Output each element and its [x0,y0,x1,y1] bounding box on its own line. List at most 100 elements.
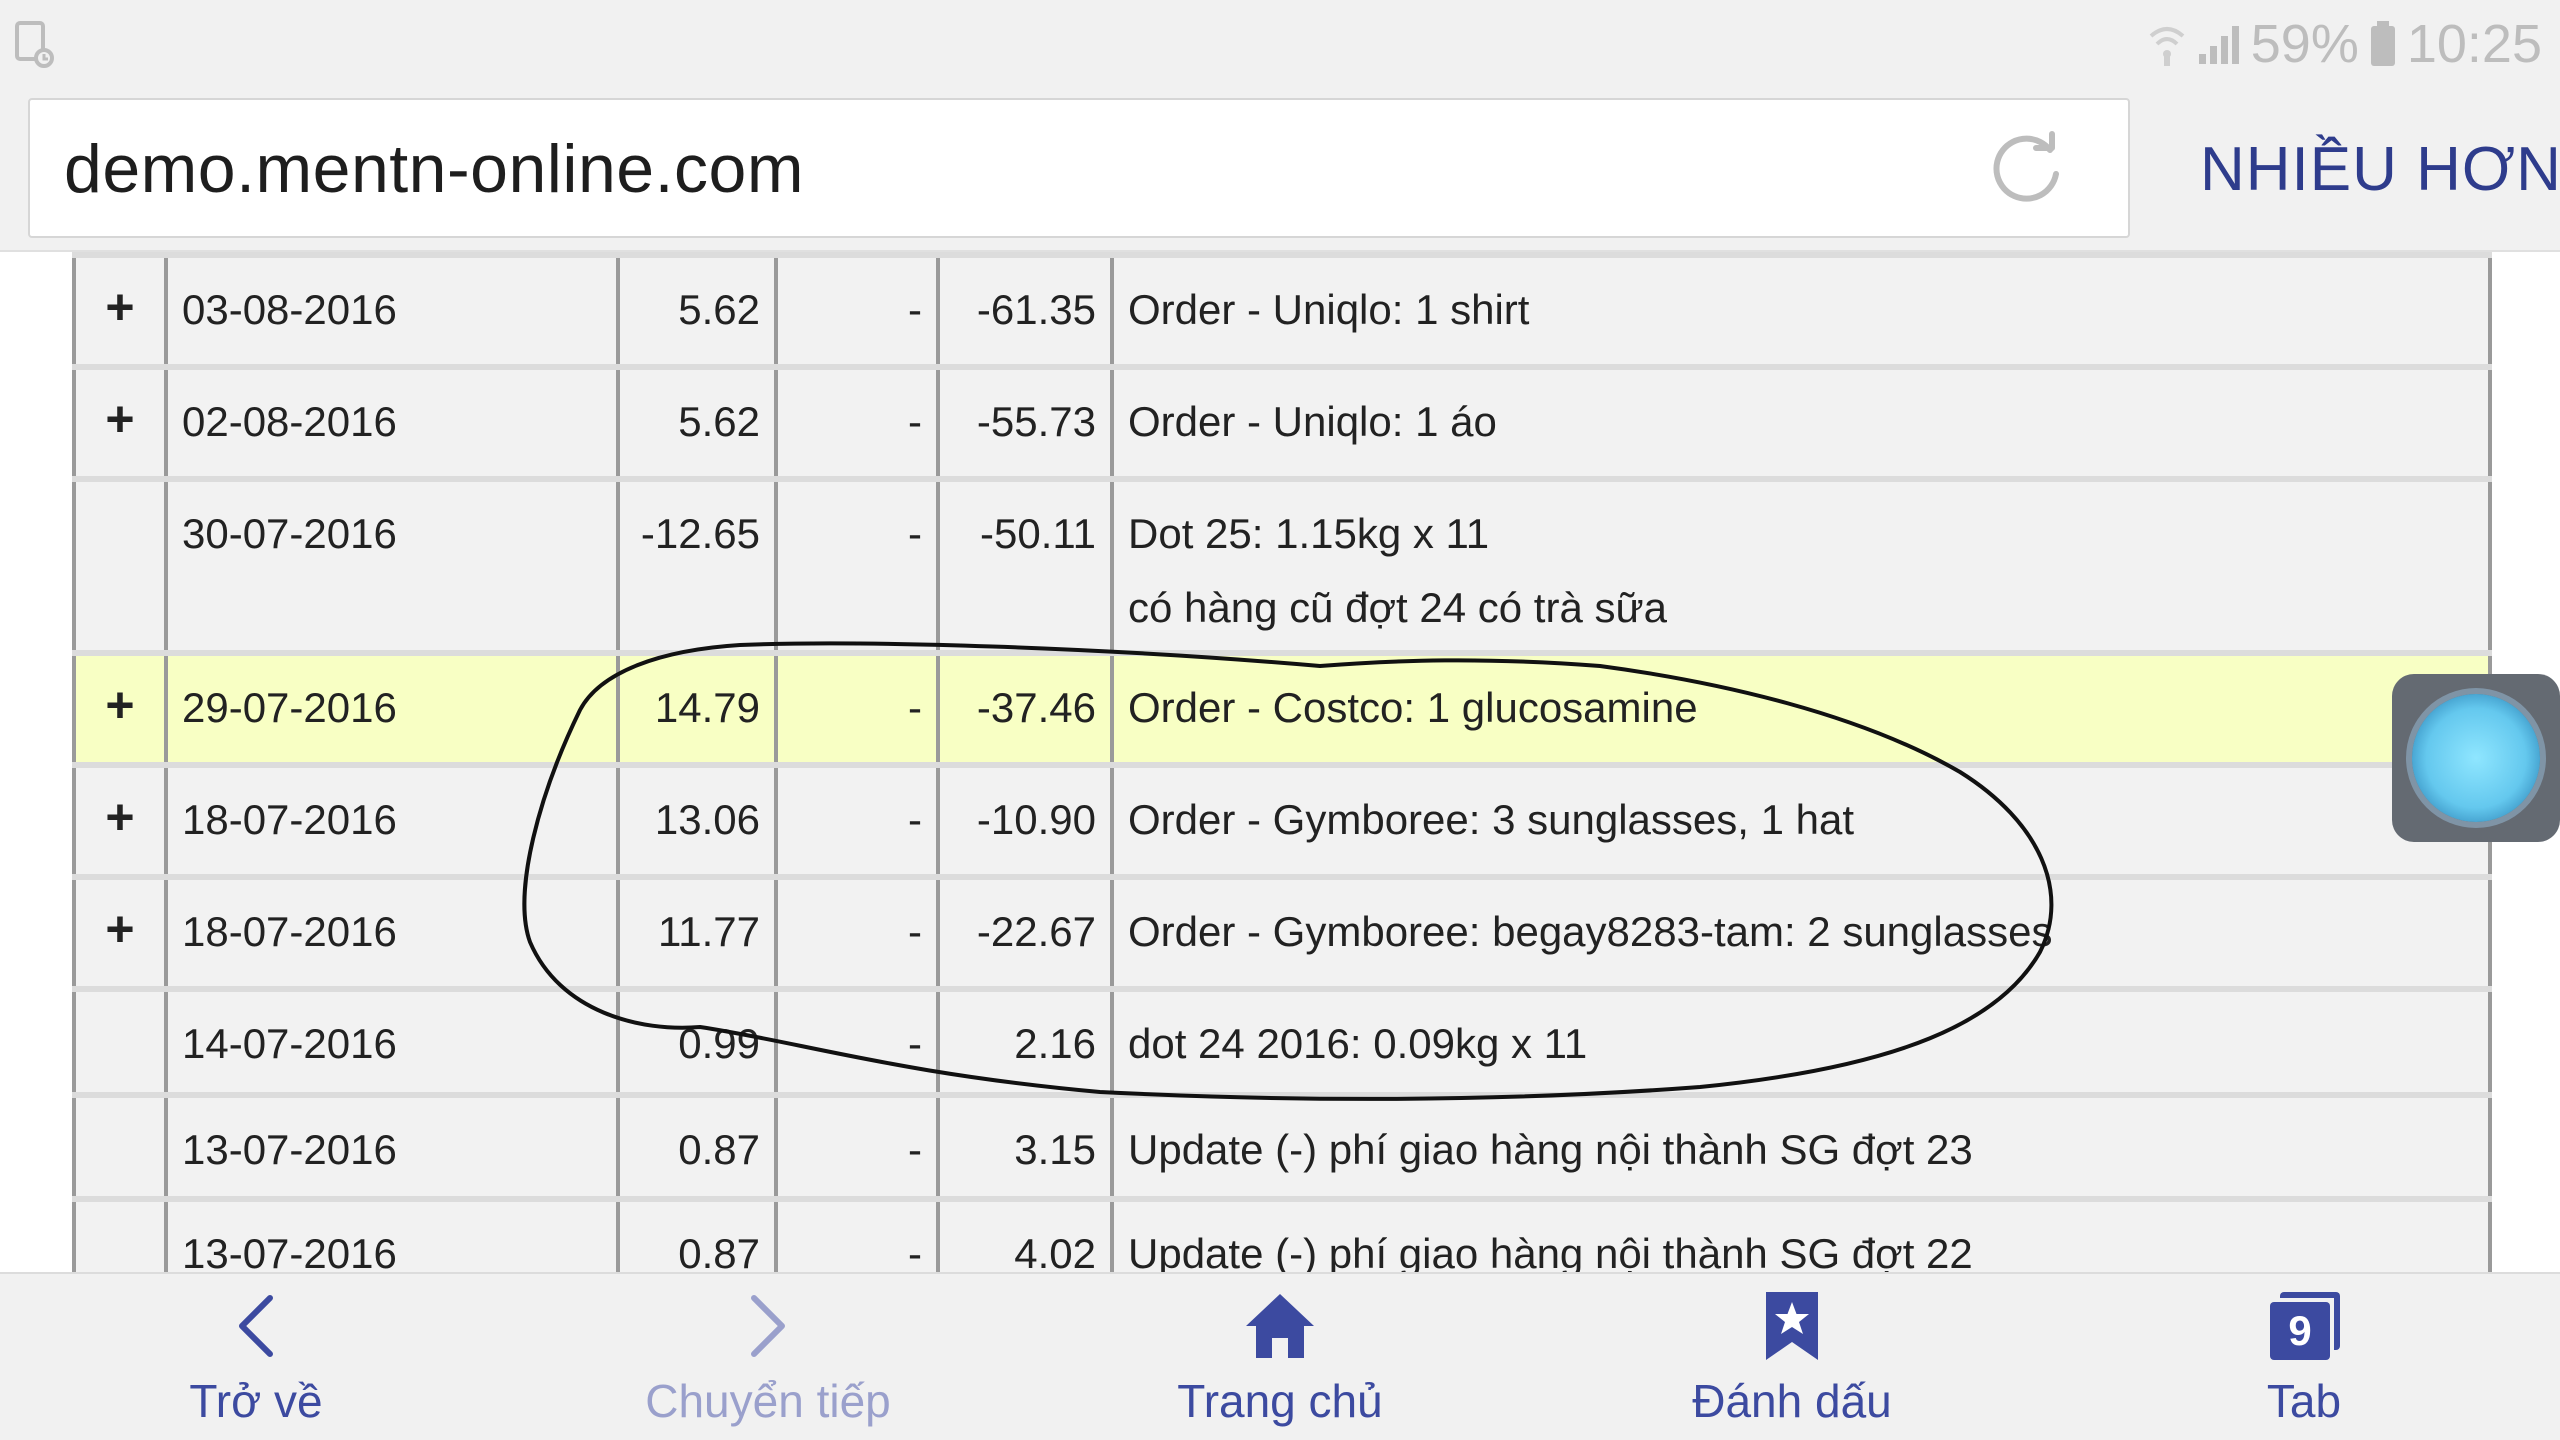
home-button[interactable]: Trang chủ [1024,1274,1536,1440]
table-row: + 18-07-2016 11.77 - -22.67 Order - Gymb… [72,874,2492,986]
date-cell: 18-07-2016 [164,768,616,874]
clock: 10:25 [2406,14,2542,74]
wifi-icon [2149,27,2185,66]
home-label: Trang chủ [1177,1375,1383,1427]
balance-cell: -55.73 [936,370,1110,476]
page-content[interactable]: + 03-08-2016 5.62 - -61.35 Order - Uniql… [0,252,2560,1272]
amount-cell: 13.06 [616,768,774,874]
assistive-touch-icon [2412,694,2540,822]
balance-cell: 4.02 [936,1202,1110,1272]
amount-cell: 14.79 [616,656,774,762]
tabs-button[interactable]: 9 Tab [2048,1274,2560,1440]
expand-row-button[interactable]: + [72,768,164,874]
table-row: + 18-07-2016 13.06 - -10.90 Order - Gymb… [72,762,2492,874]
description-text: Order - Uniqlo: 1 shirt [1128,286,1530,333]
dash-cell: - [774,258,936,364]
back-button[interactable]: Trở về [0,1274,512,1440]
date-cell: 03-08-2016 [164,258,616,364]
date-cell: 02-08-2016 [164,370,616,476]
tab-count: 9 [2270,1302,2330,1360]
transaction-table: + 03-08-2016 5.62 - -61.35 Order - Uniql… [72,252,2492,1272]
dash-cell: - [774,482,936,650]
date-cell: 13-07-2016 [164,1202,616,1272]
date-cell: 30-07-2016 [164,482,616,650]
description-cell: Order - Uniqlo: 1 áo [1110,370,2492,476]
date-cell: 29-07-2016 [164,656,616,762]
home-icon [1246,1294,1314,1358]
description-cell: Order - Gymboree: begay8283-tam: 2 sungl… [1110,880,2492,986]
expand-row-button[interactable]: + [72,258,164,364]
expand-row-button[interactable] [72,1202,164,1272]
expand-row-button[interactable] [72,482,164,650]
forward-label: Chuyển tiếp [645,1375,891,1427]
table-row-highlighted: + 29-07-2016 14.79 - -37.46 Order - Cost… [72,650,2492,762]
amount-cell: 0.87 [616,1202,774,1272]
amount-cell: 5.62 [616,370,774,476]
status-bar: 59% 10:25 [0,0,2560,88]
description-cell: Update (-) phí giao hàng nội thành SG đợ… [1110,1098,2492,1196]
balance-cell: 3.15 [936,1098,1110,1196]
table-row: 13-07-2016 0.87 - 3.15 Update (-) phí gi… [72,1092,2492,1196]
description-cell: Order - Gymboree: 3 sunglasses, 1 hat [1110,768,2492,874]
expand-row-button[interactable]: + [72,370,164,476]
dash-cell: - [774,768,936,874]
description-text: Order - Gymboree: 3 sunglasses, 1 hat [1128,796,1854,843]
dash-cell: - [774,370,936,476]
browser-toolbar: demo.mentn-online.com NHIỀU HƠN [0,88,2560,252]
chevron-left-icon [239,1295,273,1357]
dash-cell: - [774,656,936,762]
expand-row-button[interactable] [72,992,164,1092]
bookmark-label: Đánh dấu [1692,1375,1892,1427]
chevron-right-icon [751,1295,785,1357]
url-text[interactable]: demo.mentn-online.com [64,130,804,208]
forward-button[interactable]: Chuyển tiếp [512,1274,1024,1440]
description-cell: Update (-) phí giao hàng nội thành SG đợ… [1110,1202,2492,1272]
assistive-touch-button[interactable] [2392,674,2560,842]
date-cell: 13-07-2016 [164,1098,616,1196]
description-text: Update (-) phí giao hàng nội thành SG đợ… [1128,1230,1973,1272]
expand-row-button[interactable]: + [72,880,164,986]
balance-cell: -37.46 [936,656,1110,762]
balance-cell: 2.16 [936,992,1110,1092]
expand-row-button[interactable]: + [72,656,164,762]
amount-cell: -12.65 [616,482,774,650]
back-label: Trở về [189,1375,323,1427]
amount-cell: 0.87 [616,1098,774,1196]
balance-cell: -50.11 [936,482,1110,650]
status-indicators: 59% 10:25 [2147,8,2542,80]
table-row: 13-07-2016 0.87 - 4.02 Update (-) phí gi… [72,1196,2492,1272]
description-cell: Order - Costco: 1 glucosamine [1110,656,2492,762]
date-cell: 14-07-2016 [164,992,616,1092]
reload-icon[interactable] [1988,130,2068,210]
battery-icon [2370,21,2395,66]
amount-cell: 0.99 [616,992,774,1092]
browser-bottom-nav: Trở về Chuyển tiếp Trang chủ Đánh dấu 9 … [0,1272,2560,1440]
table-row: 14-07-2016 0.99 - 2.16 dot 24 2016: 0.09… [72,986,2492,1092]
table-row: 30-07-2016 -12.65 - -50.11 Dot 25: 1.15k… [72,476,2492,650]
balance-cell: -61.35 [936,258,1110,364]
description-text: dot 24 2016: 0.09kg x 11 [1128,1020,1588,1067]
table-row: + 03-08-2016 5.62 - -61.35 Order - Uniql… [72,252,2492,364]
bookmark-button[interactable]: Đánh dấu [1536,1274,2048,1440]
date-cell: 18-07-2016 [164,880,616,986]
description-text: Dot 25: 1.15kg x 11 [1128,510,1490,557]
amount-cell: 11.77 [616,880,774,986]
screenshot-notification-icon [15,21,54,68]
balance-cell: -22.67 [936,880,1110,986]
amount-cell: 5.62 [616,258,774,364]
tabs-icon: 9 [2266,1288,2342,1364]
description-note: có hàng cũ đợt 24 có trà sữa [1128,584,1667,631]
description-text: Order - Costco: 1 glucosamine [1128,684,1698,731]
dash-cell: - [774,1098,936,1196]
dash-cell: - [774,1202,936,1272]
balance-cell: -10.90 [936,768,1110,874]
expand-row-button[interactable] [72,1098,164,1196]
dash-cell: - [774,992,936,1092]
url-bar[interactable]: demo.mentn-online.com [28,98,2130,238]
description-text: Order - Gymboree: begay8283-tam: 2 sungl… [1128,908,2053,955]
description-text: Order - Uniqlo: 1 áo [1128,398,1497,445]
more-menu-button[interactable]: NHIỀU HƠN [2200,134,2560,205]
dash-cell: - [774,880,936,986]
description-text: Update (-) phí giao hàng nội thành SG đợ… [1128,1126,1973,1173]
battery-percentage: 59% [2250,14,2359,74]
